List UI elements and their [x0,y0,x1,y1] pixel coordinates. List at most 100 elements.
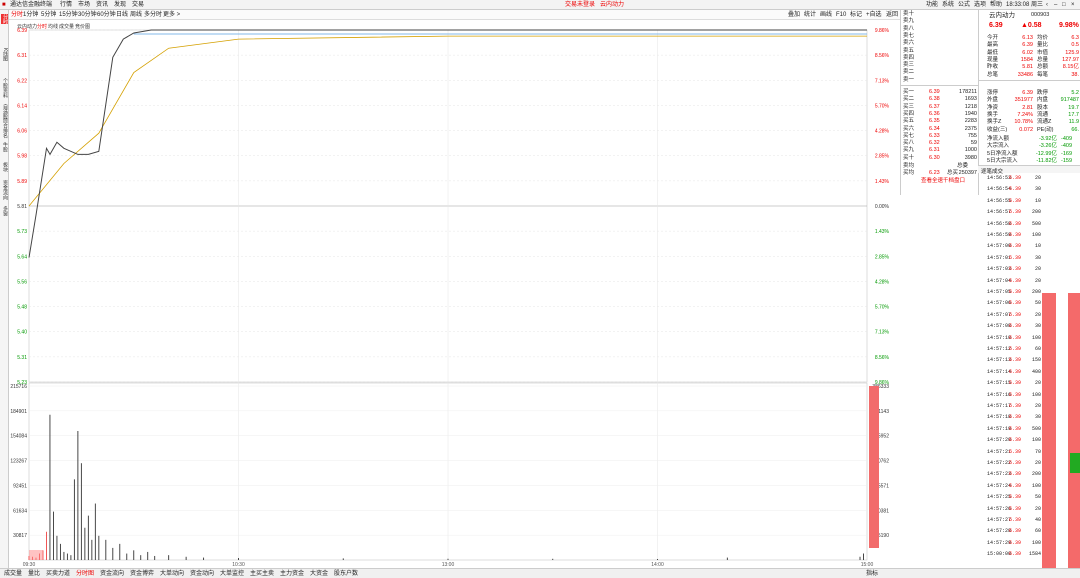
left-tab-ranking[interactable]: 综合排名 [1,118,8,138]
trade-time: 14:57:06 [987,300,1012,307]
buy-level-volume: 59 [970,140,977,147]
buy-level-volume: 1218 [964,103,977,110]
menu-options[interactable]: 选项 [974,2,986,8]
back-icon[interactable]: ‹ [1046,2,1048,8]
trade-volume: 50 [1034,300,1041,307]
bottom-tab-6[interactable]: 大单动向 [160,571,184,577]
trade-tab-bar: 逐笔成交 [978,165,1080,175]
buy-level-label: 买三 [903,103,915,110]
sub-tab-2[interactable]: 均线 [48,23,58,30]
trade-time: 14:57:04 [987,277,1012,284]
auction-volume-area [29,550,43,560]
menu-formula[interactable]: 公式 [958,2,970,8]
bottom-tab-9[interactable]: 主买主卖 [250,571,274,577]
trade-time: 14:57:28 [987,528,1012,535]
buy-level-volume: 755 [967,132,977,139]
full-depth-link[interactable]: 查看全速千档盘口 [921,178,965,185]
bottom-tab-12[interactable]: 股东户数 [334,571,358,577]
menu-quotes[interactable]: 行情 [60,2,72,8]
quote-row-label2: 市值 [1037,49,1049,56]
buy-level-volume: 1940 [964,110,977,117]
bottom-tab-7[interactable]: 资金动向 [190,571,214,577]
orderbook-divider [901,85,979,86]
stats-button[interactable]: 统计 [804,12,816,18]
tab-15min[interactable]: 15分钟 [59,12,78,18]
menu-help[interactable]: 帮助 [990,2,1002,8]
left-tab-bull[interactable]: 牛股 [1,142,8,152]
tab-5min[interactable]: 5分钟 [41,12,56,18]
stat-row-value: 7.24% [1017,111,1033,118]
menu-market[interactable]: 市场 [78,2,90,8]
left-tab-multi[interactable]: 多窗 [1,206,8,216]
menu-system[interactable]: 系统 [942,2,954,8]
price-tick: 5.89 [17,179,27,185]
buy-level-price: 6.32 [929,140,940,147]
mark-button[interactable]: 标记 [850,12,862,18]
bottom-tab-10[interactable]: 主力资金 [280,571,304,577]
stat-row-value2: 17.7 [1068,111,1079,118]
left-tab-timeshare[interactable]: 分时 [1,14,8,24]
info-divider [979,80,1080,81]
trade-price: 6.39 [1009,368,1022,375]
quote-row-value: 6.02 [1022,49,1033,56]
trade-time: 14:57:20 [987,437,1012,444]
trade-price: 6.39 [1009,209,1022,216]
bottom-tab-4[interactable]: 资金流向 [100,571,124,577]
indicator-button[interactable]: 指标 [866,571,878,577]
left-tab-watchlist[interactable]: 自选股 [1,104,8,119]
menu-news[interactable]: 资讯 [96,2,108,8]
trade-time: 14:57:12 [987,346,1012,352]
return-button[interactable]: 返回 [886,12,898,18]
add-watch-button[interactable]: +自选 [866,12,882,18]
menu-function[interactable]: 功能 [926,2,938,8]
bottom-tab-1[interactable]: 量比 [28,571,40,577]
pct-tick: 9.86% [875,28,890,34]
bottom-tab-5[interactable]: 资金博弈 [130,571,154,577]
bottom-tab-11[interactable]: 大资金 [310,571,328,577]
sub-tab-4[interactable]: 竞价图 [75,23,90,30]
quote-row-value2: 38. [1071,71,1079,78]
stat-row-label2: 跌停 [1037,90,1049,96]
left-tab-profile[interactable]: 个股资料 [1,78,8,98]
trade-volume: 70 [1034,448,1041,455]
minimize-icon[interactable]: – [1054,2,1057,8]
sub-tab-1[interactable]: 分时 [37,23,47,30]
timeshare-chart[interactable]: 云内动力 分时 均线 成交量 竞价图6.39 9.86% 6.31 8.56% 6.22 7.13… [9,20,900,568]
price-tick: 6.31 [17,53,27,59]
trade-price: 6.39 [1009,197,1022,204]
bottom-tab-8[interactable]: 大单监控 [220,571,244,577]
trade-time: 14:57:27 [987,517,1012,523]
close-icon[interactable]: × [1071,2,1075,8]
bottom-tab-0[interactable]: 成交量 [4,571,22,577]
volume-tick: 154084 [10,434,27,440]
trade-price: 6.39 [1009,277,1022,284]
tab-timeshare[interactable]: 分时 [11,12,23,18]
stat-row-label2: 流通Z [1037,119,1052,126]
sub-tab-3[interactable]: 成交量 [59,23,74,30]
tab-daily[interactable]: 日线 [116,12,128,18]
bottom-tab-2[interactable]: 买卖力道 [46,571,70,577]
tab-30min[interactable]: 30分钟 [78,12,97,18]
tab-60min[interactable]: 60分钟 [97,12,116,18]
trade-login-status[interactable]: 交易未登录 [565,2,595,8]
f10-button[interactable]: F10 [836,12,846,18]
tab-more[interactable]: 更多 > [163,12,180,18]
menu-discover[interactable]: 发现 [114,2,126,8]
sell-level-label: 卖四 [903,54,915,61]
draw-button[interactable]: 画线 [820,12,832,18]
menu-trade[interactable]: 交易 [132,2,144,8]
bottom-tab-3[interactable]: 分时图 [76,571,94,577]
pct-tick: 5.70% [875,305,890,311]
quote-row-label: 昨收 [987,64,999,71]
tab-multi-timeshare[interactable]: 多分时 [144,12,162,18]
trade-time: 14:57:18 [987,414,1012,421]
left-tab-fundflow[interactable]: 资金流向 [1,180,8,200]
tab-weekly[interactable]: 周线 [130,12,142,18]
overlay-button[interactable]: 叠加 [788,12,800,18]
left-tab-sector[interactable]: 板块 [1,162,8,172]
tab-1min[interactable]: 1分钟 [23,12,38,18]
maximize-icon[interactable]: □ [1062,2,1066,8]
chart-period-tabs: 分时 1分钟 5分钟 15分钟 30分钟 60分钟 日线 周线 多分时 更多 >… [9,10,900,20]
buy-level-label: 买一 [903,89,915,95]
left-tab-kline[interactable]: K线图 [1,48,8,61]
